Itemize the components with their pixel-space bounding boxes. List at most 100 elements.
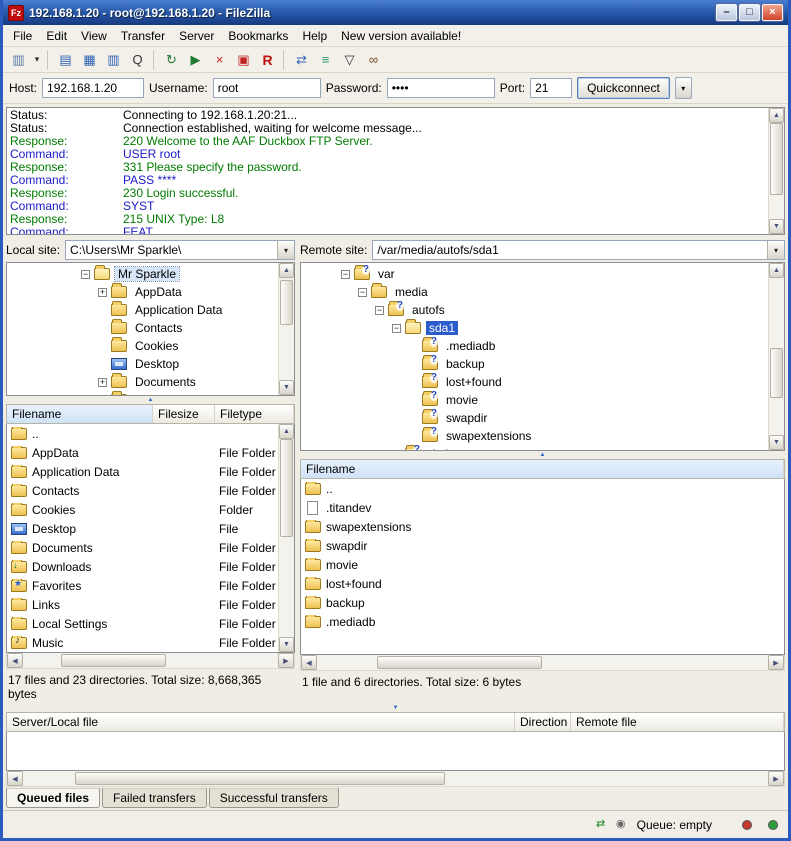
speaker-icon[interactable]: ◉: [613, 818, 629, 832]
tab-queued-files[interactable]: Queued files: [6, 788, 100, 808]
scroll-thumb[interactable]: [280, 280, 293, 325]
site-manager-dropdown-icon[interactable]: ▾: [31, 49, 43, 71]
scroll-right-icon[interactable]: ▶: [768, 655, 784, 670]
file-row[interactable]: movie: [301, 555, 784, 574]
file-row[interactable]: .mediadb: [301, 612, 784, 631]
tree-item[interactable]: + Documents: [7, 373, 278, 391]
column-header[interactable]: Remote file: [571, 713, 784, 731]
tree-item[interactable]: − sda1: [301, 319, 768, 337]
scroll-thumb[interactable]: [61, 654, 166, 667]
cancel-icon[interactable]: ×: [208, 49, 231, 71]
tree-item[interactable]: swapextensions: [301, 427, 768, 445]
scroll-down-icon[interactable]: ▼: [769, 435, 784, 450]
refresh-icon[interactable]: ↻: [160, 49, 183, 71]
tab-failed-transfers[interactable]: Failed transfers: [102, 788, 207, 808]
scroll-right-icon[interactable]: ▶: [278, 653, 294, 668]
synchronized-browsing-icon[interactable]: ⇄: [290, 49, 313, 71]
remote-site-combo[interactable]: /var/media/autofs/sda1 ▾: [372, 240, 785, 260]
scroll-track[interactable]: [23, 653, 278, 668]
expander-icon[interactable]: +: [98, 378, 107, 387]
scroll-thumb[interactable]: [770, 348, 783, 398]
port-input[interactable]: [530, 78, 572, 98]
column-header[interactable]: Filetype: [215, 405, 294, 423]
file-row[interactable]: Downloads File Folder: [7, 557, 278, 576]
collapse-arrow-icon[interactable]: ▼: [393, 705, 399, 711]
tree-item[interactable]: dvd: [301, 445, 768, 450]
column-header[interactable]: Filename: [7, 405, 153, 423]
file-row[interactable]: ..: [7, 424, 278, 443]
file-row[interactable]: ..: [301, 479, 784, 498]
column-header[interactable]: Server/Local file: [7, 713, 515, 731]
disconnect-icon[interactable]: ▣: [232, 49, 255, 71]
file-row[interactable]: backup: [301, 593, 784, 612]
local-list-hscrollbar[interactable]: ◀ ▶: [6, 653, 295, 669]
menu-file[interactable]: File: [6, 27, 39, 45]
scroll-up-icon[interactable]: ▲: [279, 263, 294, 278]
file-row[interactable]: Contacts File Folder: [7, 481, 278, 500]
scroll-left-icon[interactable]: ◀: [7, 653, 23, 668]
menu-view[interactable]: View: [74, 27, 114, 45]
quickconnect-dropdown[interactable]: ▾: [675, 77, 692, 99]
scroll-track[interactable]: [23, 771, 768, 786]
tree-item[interactable]: − autofs: [301, 301, 768, 319]
scroll-thumb[interactable]: [280, 439, 293, 537]
scroll-left-icon[interactable]: ◀: [7, 771, 23, 786]
queue-toggle-icon[interactable]: Q: [126, 49, 149, 71]
scroll-track[interactable]: [317, 655, 768, 670]
scroll-down-icon[interactable]: ▼: [279, 637, 294, 652]
menu-edit[interactable]: Edit: [39, 27, 74, 45]
file-row[interactable]: Local Settings File Folder: [7, 614, 278, 633]
file-row[interactable]: Cookies Folder: [7, 500, 278, 519]
file-row[interactable]: Desktop File: [7, 519, 278, 538]
tree-item[interactable]: movie: [301, 391, 768, 409]
menu-transfer[interactable]: Transfer: [114, 27, 172, 45]
scroll-thumb[interactable]: [770, 123, 783, 195]
scroll-right-icon[interactable]: ▶: [768, 771, 784, 786]
column-header[interactable]: Direction: [515, 713, 571, 731]
file-row[interactable]: .titandev: [301, 498, 784, 517]
column-header[interactable]: Filesize: [153, 405, 215, 423]
tree-item[interactable]: .mediadb: [301, 337, 768, 355]
expander-icon[interactable]: −: [375, 306, 384, 315]
queue-list[interactable]: [6, 732, 785, 771]
tree-item[interactable]: − Mr Sparkle: [7, 265, 278, 283]
scroll-thumb[interactable]: [377, 656, 542, 669]
file-row[interactable]: Favorites File Folder: [7, 576, 278, 595]
scroll-left-icon[interactable]: ◀: [301, 655, 317, 670]
filter-icon[interactable]: ▽: [338, 49, 361, 71]
file-row[interactable]: Links File Folder: [7, 595, 278, 614]
log-scrollbar[interactable]: ▲ ▼: [768, 108, 784, 234]
file-row[interactable]: Documents File Folder: [7, 538, 278, 557]
file-row[interactable]: AppData File Folder: [7, 443, 278, 462]
expander-icon[interactable]: −: [81, 270, 90, 279]
tree-item[interactable]: Application Data: [7, 301, 278, 319]
tree-item[interactable]: Desktop: [7, 355, 278, 373]
local-pane-splitter[interactable]: ▲: [6, 396, 295, 404]
menu-new-version[interactable]: New version available!: [334, 27, 468, 45]
password-input[interactable]: [387, 78, 495, 98]
message-log-toggle-icon[interactable]: ▤: [54, 49, 77, 71]
tree-item[interactable]: − media: [301, 283, 768, 301]
tree-item[interactable]: + AppData: [7, 283, 278, 301]
reconnect-icon[interactable]: R: [256, 49, 279, 71]
scroll-track[interactable]: [279, 439, 294, 637]
menu-server[interactable]: Server: [172, 27, 221, 45]
menu-help[interactable]: Help: [295, 27, 334, 45]
queue-splitter[interactable]: ▼: [6, 704, 785, 712]
chevron-down-icon[interactable]: ▾: [767, 241, 784, 259]
scroll-thumb[interactable]: [75, 772, 445, 785]
minimize-button[interactable]: –: [716, 4, 737, 21]
local-site-combo[interactable]: C:\Users\Mr Sparkle\ ▾: [65, 240, 295, 260]
menu-bookmarks[interactable]: Bookmarks: [221, 27, 295, 45]
tree-item[interactable]: swapdir: [301, 409, 768, 427]
file-row[interactable]: swapextensions: [301, 517, 784, 536]
file-row[interactable]: Application Data File Folder: [7, 462, 278, 481]
file-row[interactable]: lost+found: [301, 574, 784, 593]
scroll-track[interactable]: [279, 278, 294, 380]
expander-icon[interactable]: −: [392, 324, 401, 333]
maximize-button[interactable]: □: [739, 4, 760, 21]
tree-item[interactable]: lost+found: [301, 373, 768, 391]
remote-tree-scrollbar[interactable]: ▲ ▼: [768, 263, 784, 450]
collapse-arrow-icon[interactable]: ▲: [148, 397, 154, 403]
column-header[interactable]: Filename: [301, 460, 784, 478]
